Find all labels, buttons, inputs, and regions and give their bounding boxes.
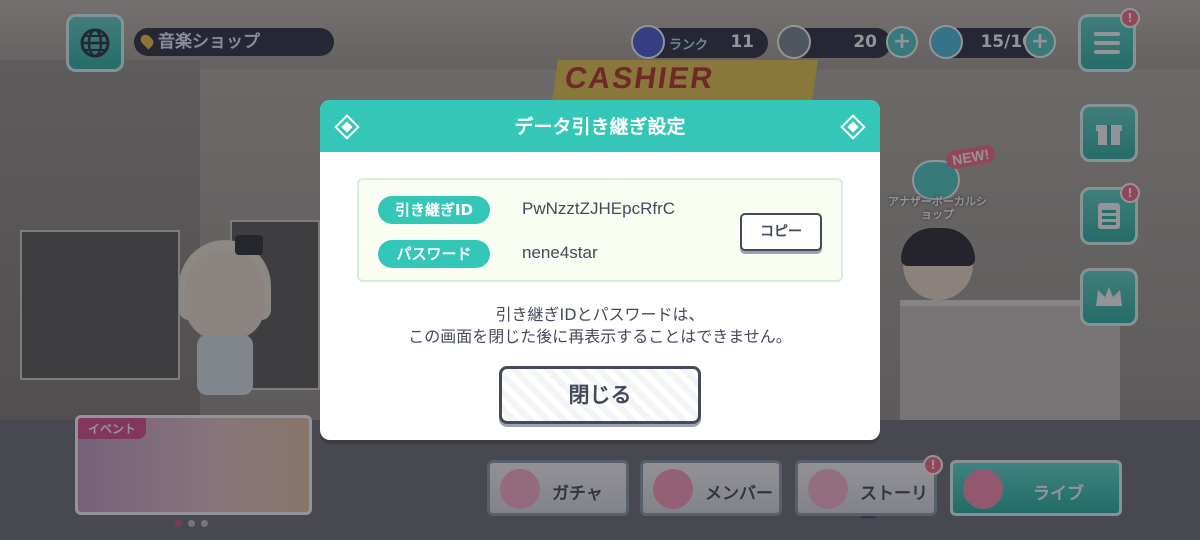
diamond-ornament-icon — [337, 117, 357, 137]
data-transfer-dialog: データ引き継ぎ設定 引き継ぎID PwNzztZJHEpcRfrC パスワード … — [320, 100, 880, 440]
copy-button[interactable]: コピー — [740, 213, 822, 251]
password-value: nene4star — [522, 243, 598, 262]
diamond-ornament-icon — [843, 117, 863, 137]
credentials-panel: 引き継ぎID PwNzztZJHEpcRfrC パスワード nene4star … — [357, 178, 843, 282]
password-label: パスワード — [378, 240, 490, 268]
dialog-header: データ引き継ぎ設定 — [320, 100, 880, 152]
transfer-id-label: 引き継ぎID — [378, 196, 490, 224]
notice-text: この画面を閉じた後に再表示することはできません。 — [408, 327, 792, 346]
close-button[interactable]: 閉じる — [499, 366, 701, 424]
notice-text: 引き継ぎIDとパスワードは、 — [495, 305, 705, 324]
dialog-title: データ引き継ぎ設定 — [514, 116, 686, 138]
transfer-id-value: PwNzztZJHEpcRfrC — [522, 199, 676, 218]
